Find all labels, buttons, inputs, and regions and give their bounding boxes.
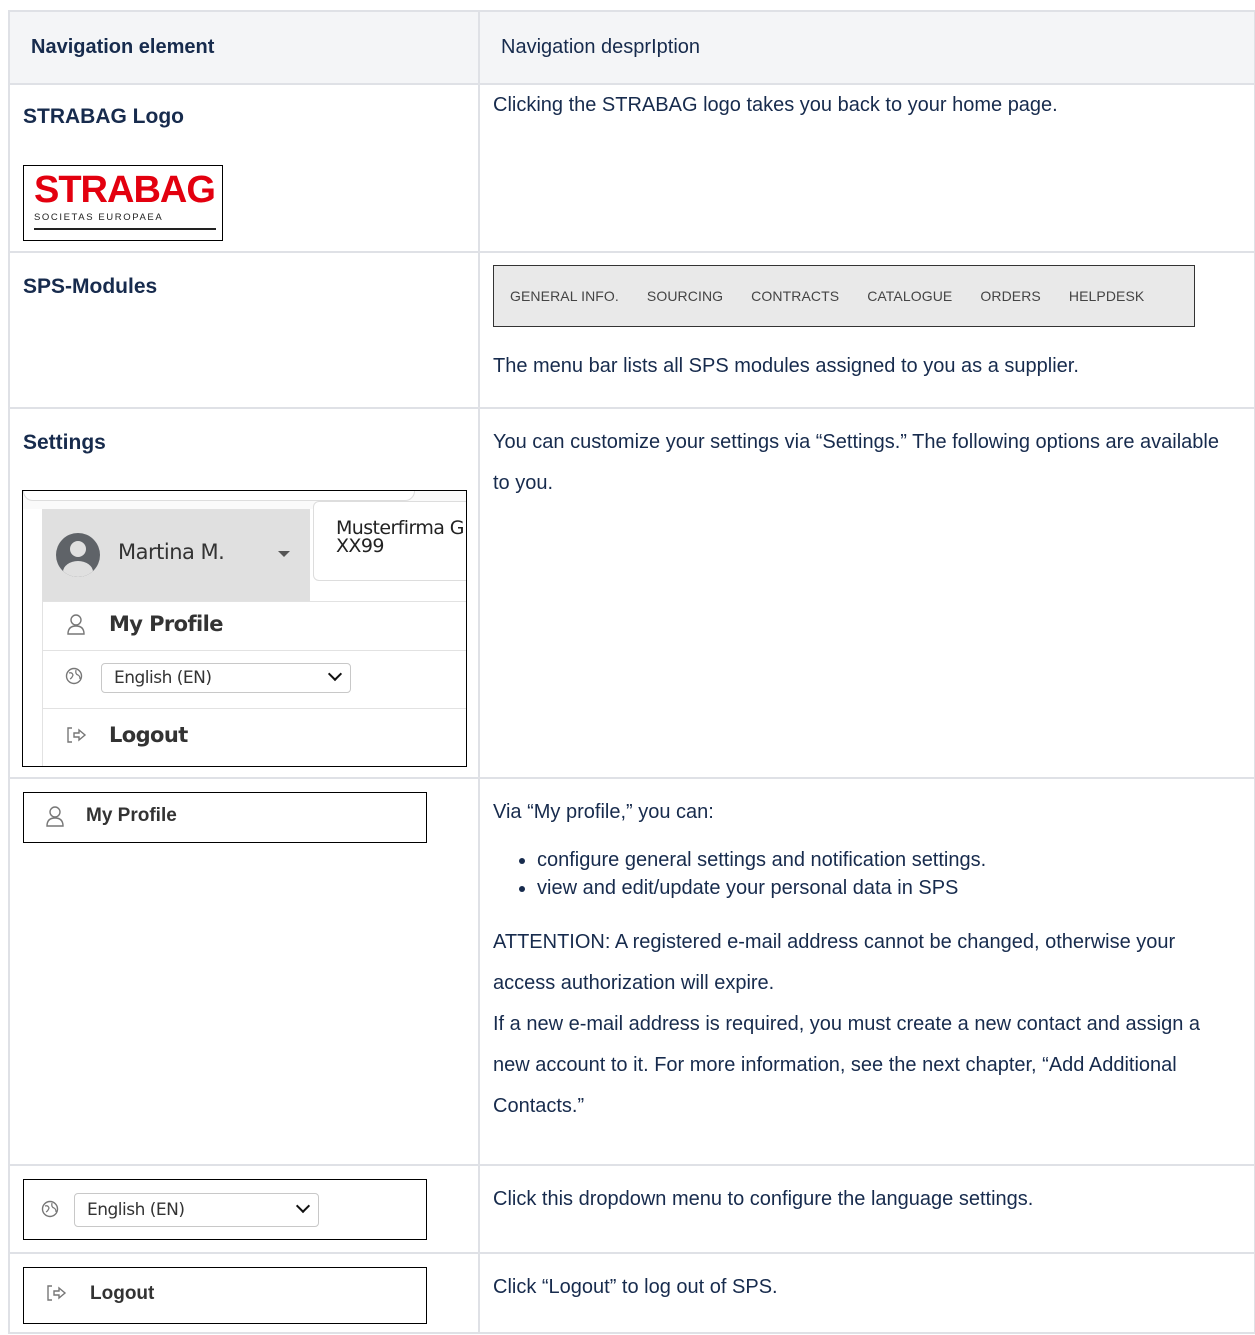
row-description-logo: Clicking the STRABAG logo takes you back… bbox=[493, 94, 1058, 116]
avatar-icon bbox=[56, 533, 100, 577]
module-menu-bar: GENERAL INFO. SOURCING CONTRACTS CATALOG… bbox=[493, 265, 1195, 327]
list-item: view and edit/update your personal data … bbox=[537, 874, 1234, 902]
chevron-down-icon bbox=[295, 1198, 311, 1214]
row-label-settings: Settings bbox=[23, 431, 106, 454]
row-description-modules: The menu bar lists all SPS modules assig… bbox=[493, 355, 1079, 377]
profile-additional-note: If a new e-mail address is required, you… bbox=[493, 1013, 1201, 1117]
chevron-down-icon bbox=[327, 666, 343, 682]
my-profile-label: My Profile bbox=[86, 805, 177, 826]
menu-label-my-profile: My Profile bbox=[109, 612, 223, 636]
language-widget: English (EN) bbox=[23, 1179, 427, 1240]
settings-dropdown-menu: My Profile English (EN) Logout bbox=[42, 601, 466, 766]
logo-underline bbox=[34, 228, 216, 230]
table-row-language: English (EN) Click this dropdown menu to… bbox=[8, 1164, 1255, 1254]
logout-label: Logout bbox=[90, 1283, 155, 1304]
globe-icon bbox=[65, 667, 83, 690]
company-selector[interactable]: Musterfirma G XX99 bbox=[313, 501, 466, 581]
row-description-language: Click this dropdown menu to configure th… bbox=[493, 1188, 1034, 1210]
row-description-settings: You can customize your settings via “Set… bbox=[493, 431, 1219, 494]
language-select-value: English (EN) bbox=[87, 1200, 185, 1220]
logo-wordmark: STRABAG bbox=[34, 169, 216, 211]
menu-label-logout: Logout bbox=[109, 723, 188, 747]
profile-options-list: configure general settings and notificat… bbox=[493, 846, 1234, 902]
caret-down-icon bbox=[278, 551, 290, 557]
language-select[interactable]: English (EN) bbox=[74, 1193, 319, 1227]
logo-subtitle: SOCIETAS EUROPAEA bbox=[34, 212, 164, 223]
user-name: Martina M. bbox=[118, 540, 225, 564]
table-row-settings: Settings Martina M. Musterfirma G XX99 M… bbox=[8, 407, 1255, 779]
navigation-table: Navigation element Navigation desprIptio… bbox=[8, 10, 1255, 1334]
company-name: Musterfirma G XX99 bbox=[336, 517, 464, 557]
table-row-logo: STRABAG Logo STRABAG SOCIETAS EUROPAEA C… bbox=[8, 83, 1255, 253]
logout-icon bbox=[46, 1284, 68, 1307]
globe-icon bbox=[41, 1200, 59, 1223]
row-description-profile: Via “My profile,” you can: configure gen… bbox=[493, 792, 1234, 1127]
profile-intro: Via “My profile,” you can: bbox=[493, 801, 714, 823]
row-label-logo: STRABAG Logo bbox=[23, 105, 184, 128]
column-header-description: Navigation desprIption bbox=[478, 10, 1255, 85]
language-select[interactable]: English (EN) bbox=[101, 663, 351, 693]
menu-item-sourcing[interactable]: SOURCING bbox=[647, 288, 723, 304]
menu-item-contracts[interactable]: CONTRACTS bbox=[751, 288, 839, 304]
menu-item-orders[interactable]: ORDERS bbox=[980, 288, 1041, 304]
menu-item-general-info[interactable]: GENERAL INFO. bbox=[510, 288, 619, 304]
language-select-value: English (EN) bbox=[114, 668, 212, 688]
settings-screenshot: Martina M. Musterfirma G XX99 My Profile bbox=[22, 490, 467, 767]
table-row-modules: SPS-Modules GENERAL INFO. SOURCING CONTR… bbox=[8, 251, 1255, 409]
menu-item-catalogue[interactable]: CATALOGUE bbox=[867, 288, 952, 304]
menu-item-logout[interactable]: Logout bbox=[43, 708, 466, 766]
user-outline-icon bbox=[46, 805, 64, 832]
row-description-logout: Click “Logout” to log out of SPS. bbox=[493, 1276, 778, 1298]
menu-item-language: English (EN) bbox=[43, 650, 466, 709]
logout-icon bbox=[66, 726, 88, 749]
menu-item-my-profile[interactable]: My Profile bbox=[43, 602, 466, 651]
user-outline-icon bbox=[67, 613, 85, 640]
my-profile-widget[interactable]: My Profile bbox=[23, 792, 427, 843]
row-label-modules: SPS-Modules bbox=[23, 275, 158, 298]
table-row-logout: Logout Click “Logout” to log out of SPS. bbox=[8, 1252, 1255, 1334]
logout-widget[interactable]: Logout bbox=[23, 1267, 427, 1324]
column-header-element: Navigation element bbox=[8, 10, 480, 85]
user-menu-button[interactable]: Martina M. bbox=[42, 509, 310, 601]
strabag-logo[interactable]: STRABAG SOCIETAS EUROPAEA bbox=[23, 165, 223, 241]
list-item: configure general settings and notificat… bbox=[537, 846, 1234, 874]
table-header-row: Navigation element Navigation desprIptio… bbox=[8, 10, 1255, 85]
table-row-profile: My Profile Via “My profile,” you can: co… bbox=[8, 777, 1255, 1166]
menu-item-helpdesk[interactable]: HELPDESK bbox=[1069, 288, 1145, 304]
profile-attention-note: ATTENTION: A registered e-mail address c… bbox=[493, 931, 1176, 994]
